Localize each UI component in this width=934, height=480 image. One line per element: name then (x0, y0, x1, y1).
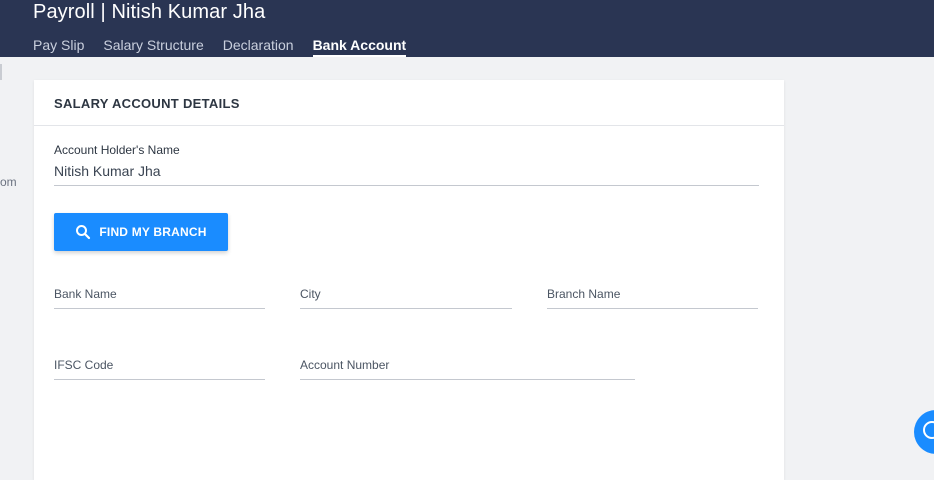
find-my-branch-button[interactable]: FIND MY BRANCH (54, 213, 228, 251)
left-panel-edge (0, 57, 14, 471)
find-my-branch-label: FIND MY BRANCH (99, 225, 207, 239)
account-holder-input[interactable]: Nitish Kumar Jha (54, 161, 759, 186)
left-panel-text-fragment: om (0, 175, 17, 189)
branch-name-field[interactable]: Branch Name (547, 287, 758, 309)
account-holder-field: Account Holder's Name Nitish Kumar Jha (54, 143, 759, 186)
top-header: Payroll | Nitish Kumar Jha Pay Slip Sala… (0, 0, 934, 57)
account-number-field[interactable]: Account Number (300, 358, 635, 380)
tab-pay-slip[interactable]: Pay Slip (33, 36, 84, 57)
search-icon (75, 224, 91, 240)
help-button[interactable] (914, 410, 934, 454)
bank-name-field[interactable]: Bank Name (54, 287, 265, 309)
tab-declaration[interactable]: Declaration (223, 36, 294, 57)
left-panel-marker (0, 64, 2, 80)
help-icon (922, 420, 934, 445)
card-title: SALARY ACCOUNT DETAILS (54, 96, 240, 111)
tab-bar: Pay Slip Salary Structure Declaration Ba… (33, 36, 425, 57)
account-holder-label: Account Holder's Name (54, 143, 180, 157)
ifsc-code-field[interactable]: IFSC Code (54, 358, 265, 380)
salary-account-card: SALARY ACCOUNT DETAILS Account Holder's … (34, 80, 784, 480)
city-field[interactable]: City (300, 287, 512, 309)
card-header: SALARY ACCOUNT DETAILS (34, 80, 784, 126)
tab-bank-account[interactable]: Bank Account (312, 36, 407, 57)
tab-salary-structure[interactable]: Salary Structure (103, 36, 203, 57)
page-title: Payroll | Nitish Kumar Jha (33, 1, 266, 23)
